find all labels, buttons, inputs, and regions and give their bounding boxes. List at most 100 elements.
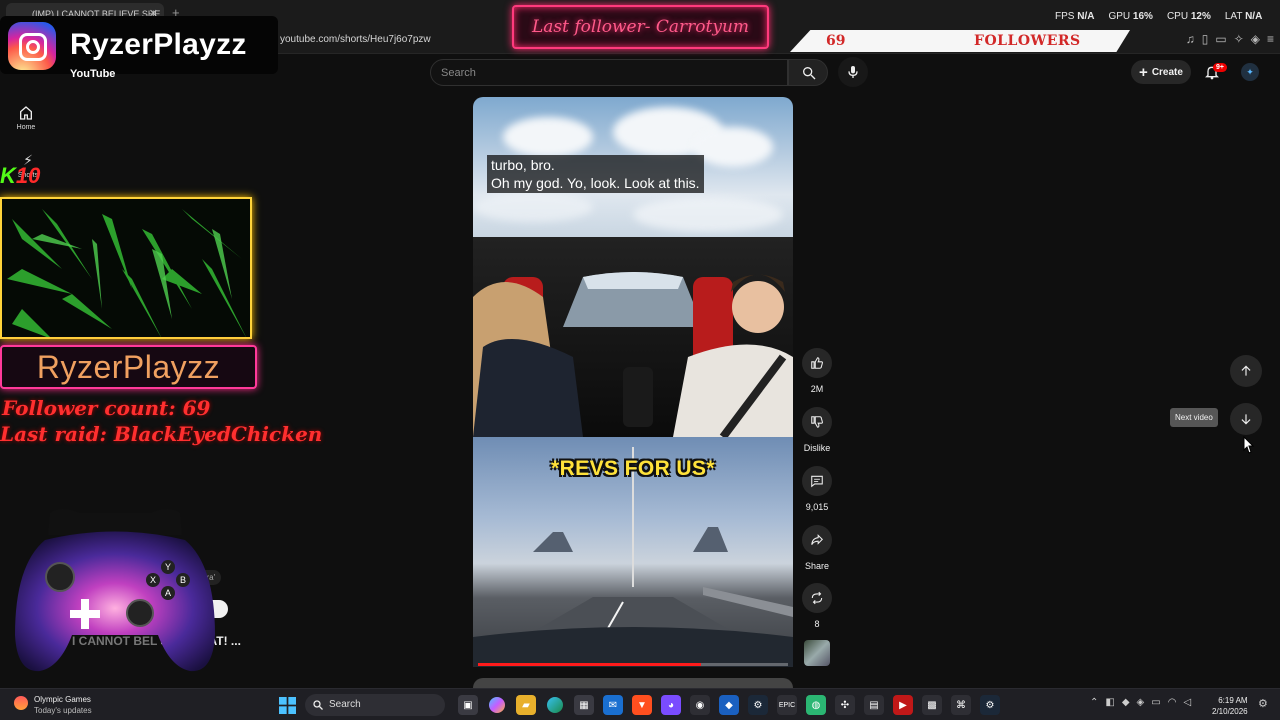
tray-chevron-icon[interactable]: ⌃: [1090, 697, 1098, 708]
widget-title: Olympic Games: [34, 695, 91, 704]
youtube-logo[interactable]: YouTube: [70, 68, 115, 80]
kick-count: 10: [15, 163, 41, 188]
mouse-cursor-icon: [1243, 436, 1255, 454]
tray-app-icon[interactable]: ◧: [1105, 697, 1114, 708]
taskbar: Olympic Games Today's updates Search ▣ ▰…: [0, 688, 1280, 720]
notification-badge: 9+: [1213, 63, 1227, 72]
followers-label: FOLLOWERS: [974, 33, 1081, 49]
search-button[interactable]: [788, 59, 828, 86]
obs-icon[interactable]: ◉: [690, 695, 710, 715]
dislike-icon: [802, 407, 832, 437]
tray-shield-icon[interactable]: ◈: [1137, 697, 1145, 708]
next-video-button[interactable]: [1230, 403, 1262, 435]
notifications-icon[interactable]: ⚙: [1258, 697, 1268, 710]
video-progress-fill: [478, 663, 702, 666]
controller-button-y: Y: [165, 562, 171, 572]
instagram-overlay: RyzerPlayzz: [0, 16, 278, 74]
like-icon: [802, 348, 832, 378]
remix-button[interactable]: 8: [800, 583, 834, 629]
plus-icon: +: [1139, 63, 1148, 81]
tray-color-icon[interactable]: ◆: [1122, 697, 1130, 708]
shorts-video-player[interactable]: turbo, bro. Oh my god. Yo, look. Look at…: [473, 97, 793, 667]
share-button[interactable]: Share: [800, 525, 834, 571]
video-frame-car-interior: [473, 237, 793, 440]
outlook-icon[interactable]: ✉: [603, 695, 623, 715]
arrow-down-icon: [1241, 414, 1251, 425]
search-placeholder: Search: [441, 67, 476, 79]
share-icon: [802, 525, 832, 555]
windows-start-icon[interactable]: [279, 697, 296, 714]
search-icon: [313, 700, 323, 710]
controller-button-a: A: [165, 588, 171, 598]
store-icon[interactable]: ▦: [574, 695, 594, 715]
network-icon[interactable]: ▭: [1151, 697, 1160, 708]
followers-number: 69: [826, 33, 846, 49]
wallet-icon[interactable]: ▭: [1215, 32, 1226, 46]
sidebar-label-home: Home: [16, 124, 36, 131]
app-tool-icon[interactable]: ⌘: [951, 695, 971, 715]
fps-stat: FPS N/A: [1055, 11, 1095, 22]
subtitle-line-1: turbo, bro.: [491, 157, 555, 173]
olympic-torch-icon: [14, 696, 28, 710]
perf-stats: FPS N/A GPU 16% CPU 12% LAT N/A: [1055, 11, 1262, 22]
app-doc-icon[interactable]: ▤: [864, 695, 884, 715]
steam-client-icon[interactable]: ⚙: [980, 695, 1000, 715]
subtitle-line-2: Oh my god. Yo, look. Look at this.: [491, 175, 700, 191]
kick-icon: K: [0, 163, 16, 188]
clock-time: 6:19 AM: [1218, 696, 1248, 705]
edge-icon[interactable]: [545, 695, 565, 715]
widgets-button[interactable]: Olympic Games Today's updates: [14, 694, 92, 716]
follower-count-text: Follower count: 69: [2, 396, 211, 420]
sidebar-icon[interactable]: ▯: [1202, 32, 1209, 46]
volume-icon[interactable]: ◁: [1183, 697, 1191, 708]
system-tray: ⌃ ◧ ◆ ◈ ▭ ◠ ◁: [1090, 697, 1191, 708]
voice-search-button[interactable]: [838, 57, 868, 87]
url-field[interactable]: youtube.com/shorts/Heu7j6o7pzw: [280, 34, 431, 45]
next-video-tooltip: Next video: [1170, 408, 1218, 427]
dislike-label: Dislike: [803, 443, 831, 453]
controller-button-x: X: [150, 575, 156, 585]
create-button[interactable]: + Create: [1131, 60, 1191, 84]
app-grid-icon[interactable]: ▩: [922, 695, 942, 715]
system-clock[interactable]: 6:19 AM 2/10/2026: [1212, 695, 1248, 717]
menu-icon[interactable]: ≡: [1267, 32, 1274, 46]
comment-icon: [802, 466, 832, 496]
cpu-stat: CPU 12%: [1166, 11, 1211, 22]
video-caption: *REVS FOR US*: [551, 457, 715, 480]
sidebar-item-home[interactable]: Home: [10, 105, 42, 131]
app-blue-icon[interactable]: ◆: [719, 695, 739, 715]
file-explorer-icon[interactable]: ▰: [516, 695, 536, 715]
video-progress-bar[interactable]: [478, 663, 788, 666]
brave-icon[interactable]: ▼: [632, 695, 652, 715]
like-button[interactable]: 2M: [800, 348, 834, 394]
epic-games-icon[interactable]: EPIC: [777, 695, 797, 715]
steam-icon[interactable]: ⚙: [748, 695, 768, 715]
app-red-icon[interactable]: ▶: [893, 695, 913, 715]
wifi-icon[interactable]: ◠: [1168, 697, 1177, 708]
like-count: 2M: [810, 384, 824, 394]
task-view-icon[interactable]: ▣: [458, 695, 478, 715]
share-label: Share: [804, 561, 830, 571]
dislike-button[interactable]: Dislike: [800, 407, 834, 453]
microphone-icon: [848, 66, 858, 78]
taskbar-search[interactable]: Search: [305, 694, 445, 716]
remix-count: 8: [814, 619, 820, 629]
sound-thumbnail[interactable]: [804, 640, 830, 666]
shield-icon[interactable]: ◈: [1251, 32, 1260, 46]
instagram-icon: [8, 22, 56, 70]
kick-counter: K10: [0, 163, 40, 189]
avatar[interactable]: ✦: [1241, 63, 1259, 81]
previous-video-button[interactable]: [1230, 355, 1262, 387]
comment-count: 9,015: [805, 502, 829, 512]
controller-button-b: B: [180, 575, 186, 585]
comment-button[interactable]: 9,015: [800, 466, 834, 512]
copilot-icon[interactable]: [487, 695, 507, 715]
app-gear-icon[interactable]: ✣: [835, 695, 855, 715]
xbox-icon[interactable]: ◍: [806, 695, 826, 715]
discord-icon[interactable]: ◕: [661, 695, 681, 715]
search-input[interactable]: Search: [430, 59, 788, 86]
media-icon[interactable]: ♫: [1186, 32, 1195, 46]
leaves-image: [7, 204, 250, 337]
create-label: Create: [1151, 66, 1183, 78]
extension-icon[interactable]: ✧: [1234, 32, 1244, 46]
